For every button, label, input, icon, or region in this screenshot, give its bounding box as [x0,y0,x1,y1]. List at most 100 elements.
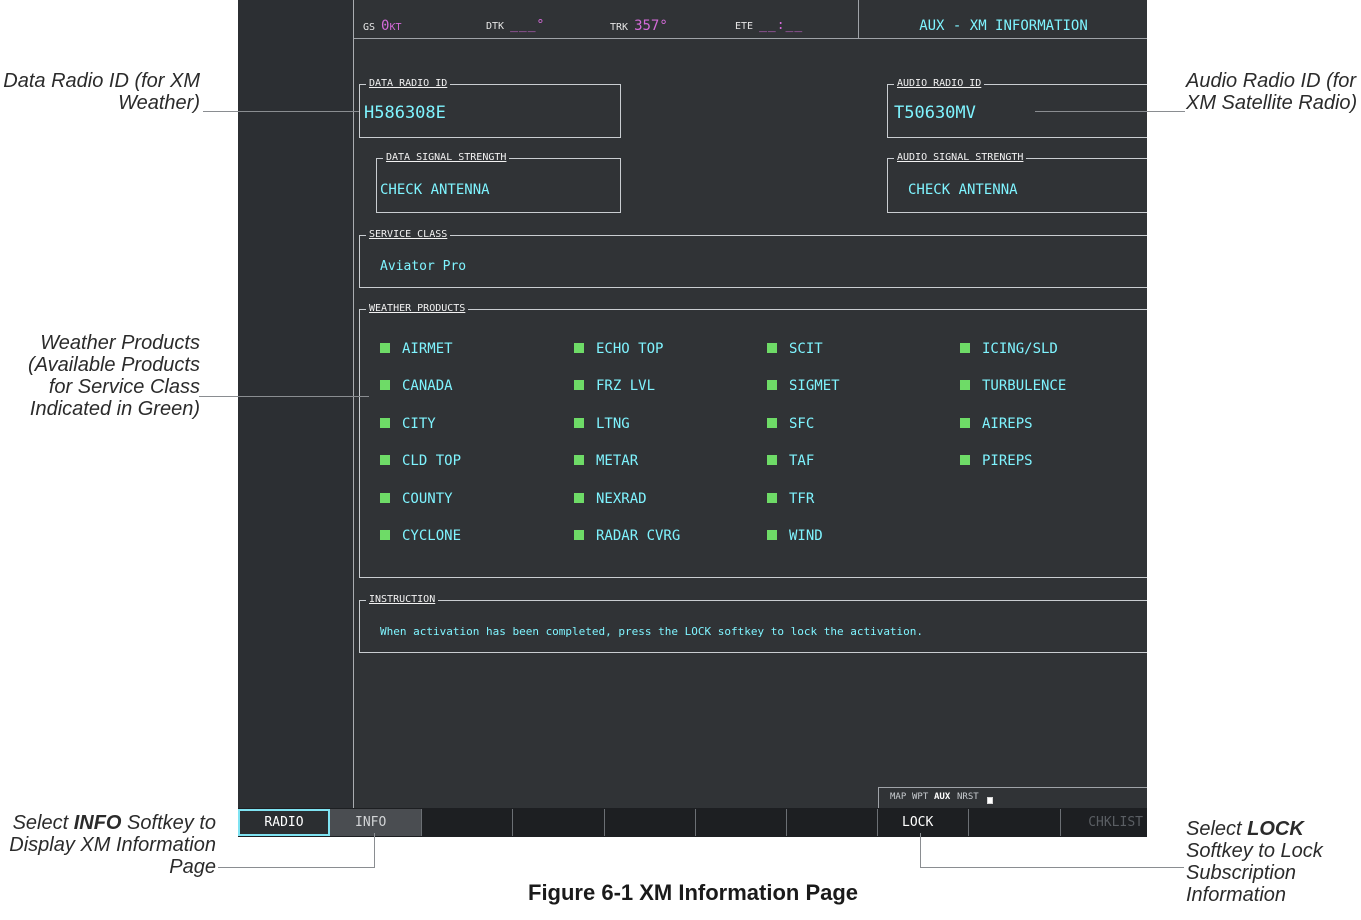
leader-line-lock-vertical [920,833,921,868]
available-indicator-icon [574,530,584,540]
softkey-radio[interactable]: RADIO [238,809,330,836]
weather-product-item: PIREPS [960,453,1033,469]
page-title-box: AUX - XM INFORMATION [858,0,1147,38]
weather-product-label: CANADA [402,378,453,394]
weather-product-label: ECHO TOP [596,341,664,357]
weather-product-item: TAF [767,453,814,469]
data-signal-strength-box: DATA SIGNAL STRENGTH CHECK ANTENNA [376,152,621,213]
softkey-info[interactable]: INFO [330,809,422,836]
page-group-indicator: MAP WPT AUX NRST [878,787,1147,809]
available-indicator-icon [960,343,970,353]
weather-product-item: CLD TOP [380,453,461,469]
weather-product-item: SFC [767,416,814,432]
weather-product-item: CANADA [380,378,453,394]
weather-product-item: METAR [574,453,638,469]
ete-field: ETE __:__ [735,18,803,33]
callout-info-prefix: Select [12,812,74,834]
callout-data-radio-id: Data Radio ID (for XM Weather) [3,70,200,114]
audio-radio-id-label: AUDIO RADIO ID [894,78,985,89]
callout-info-key: INFO [73,812,122,834]
callout-lock-suffix: Softkey to Lock Subscription Information [1186,840,1323,906]
weather-product-item: AIREPS [960,416,1033,432]
weather-product-item: CITY [380,416,436,432]
available-indicator-icon [767,380,777,390]
service-class-box: SERVICE CLASS Aviator Pro [359,229,1147,288]
softkey-3[interactable] [422,809,513,836]
page-group-nrst: NRST [957,792,979,802]
leader-line-data-radio [203,111,359,112]
ete-label: ETE [735,21,754,32]
instruction-box: INSTRUCTION When activation has been com… [359,594,1147,653]
available-indicator-icon [574,343,584,353]
weather-product-label: LTNG [596,416,630,432]
weather-product-label: METAR [596,453,639,469]
available-indicator-icon [960,455,970,465]
leader-line-lock-horizontal [920,867,1184,868]
figure-caption: Figure 6-1 XM Information Page [528,880,859,905]
page-dot [987,797,993,804]
available-indicator-icon [380,380,390,390]
page-group-aux: AUX [934,792,951,802]
weather-product-label: AIRMET [402,341,453,357]
available-indicator-icon [767,418,777,428]
softkey-9[interactable] [969,809,1061,836]
available-indicator-icon [767,343,777,353]
weather-product-label: FRZ LVL [596,378,656,394]
available-indicator-icon [574,418,584,428]
weather-product-label: CITY [402,416,436,432]
available-indicator-icon [960,380,970,390]
softkey-chklist[interactable]: CHKLIST [1061,809,1147,836]
page-title: AUX - XM INFORMATION [919,18,1088,34]
softkey-5[interactable] [605,809,696,836]
mfd-screen: GS 0KT DTK ___° TRK 357° ETE __:__ AUX - XM … [238,0,1147,837]
weather-products-label: WEATHER PRODUCTS [366,303,469,314]
desired-track-value: ___° [510,18,546,33]
available-indicator-icon [380,455,390,465]
weather-product-item: FRZ LVL [574,378,655,394]
available-indicator-icon [960,418,970,428]
weather-product-label: SCIT [789,341,823,357]
weather-product-item: CYCLONE [380,528,461,544]
data-radio-id-value: H586308E [364,103,446,123]
instruction-text: When activation has been completed, pres… [380,625,924,638]
page-group-map: MAP [890,792,907,802]
leader-line-info-vertical [374,833,375,868]
weather-product-item: NEXRAD [574,491,647,507]
available-indicator-icon [767,455,777,465]
weather-product-item: AIRMET [380,341,453,357]
data-radio-id-box: DATA RADIO ID H586308E [359,78,621,138]
callout-lock-key: LOCK [1247,818,1304,840]
weather-product-label: SFC [789,416,815,432]
available-indicator-icon [380,530,390,540]
navigation-status-bar: GS 0KT DTK ___° TRK 357° ETE __:__ AUX - XM … [354,0,1147,39]
leader-line-audio-radio [1035,111,1185,112]
weather-product-item: SIGMET [767,378,840,394]
softkey-6[interactable] [696,809,787,836]
weather-product-label: AIREPS [982,416,1033,432]
softkey-7[interactable] [787,809,878,836]
available-indicator-icon [380,343,390,353]
instruction-label: INSTRUCTION [366,594,439,605]
available-indicator-icon [767,530,777,540]
weather-products-box: WEATHER PRODUCTS AIRMET CANADA CITY CLD TOP… [359,303,1147,578]
track-label: TRK [610,22,629,33]
softkey-lock[interactable]: LOCK [878,809,969,836]
weather-product-item: TFR [767,491,814,507]
weather-product-item: SCIT [767,341,823,357]
callout-info-softkey: Select INFO Softkey to Display XM Inform… [0,812,216,878]
weather-product-item: RADAR CVRG [574,528,680,544]
track-value: 357° [634,18,668,34]
audio-signal-strength-label: AUDIO SIGNAL STRENGTH [894,152,1027,163]
weather-product-label: TURBULENCE [982,378,1067,394]
data-signal-strength-label: DATA SIGNAL STRENGTH [383,152,510,163]
softkey-4[interactable] [513,809,605,836]
audio-radio-id-value: T50630MV [894,103,976,123]
available-indicator-icon [574,493,584,503]
desired-track-label: DTK [486,21,505,32]
weather-product-item: ECHO TOP [574,341,663,357]
weather-product-label: RADAR CVRG [596,528,681,544]
left-blank-panel [238,0,354,808]
weather-product-label: NEXRAD [596,491,647,507]
available-indicator-icon [767,493,777,503]
weather-product-item: COUNTY [380,491,453,507]
